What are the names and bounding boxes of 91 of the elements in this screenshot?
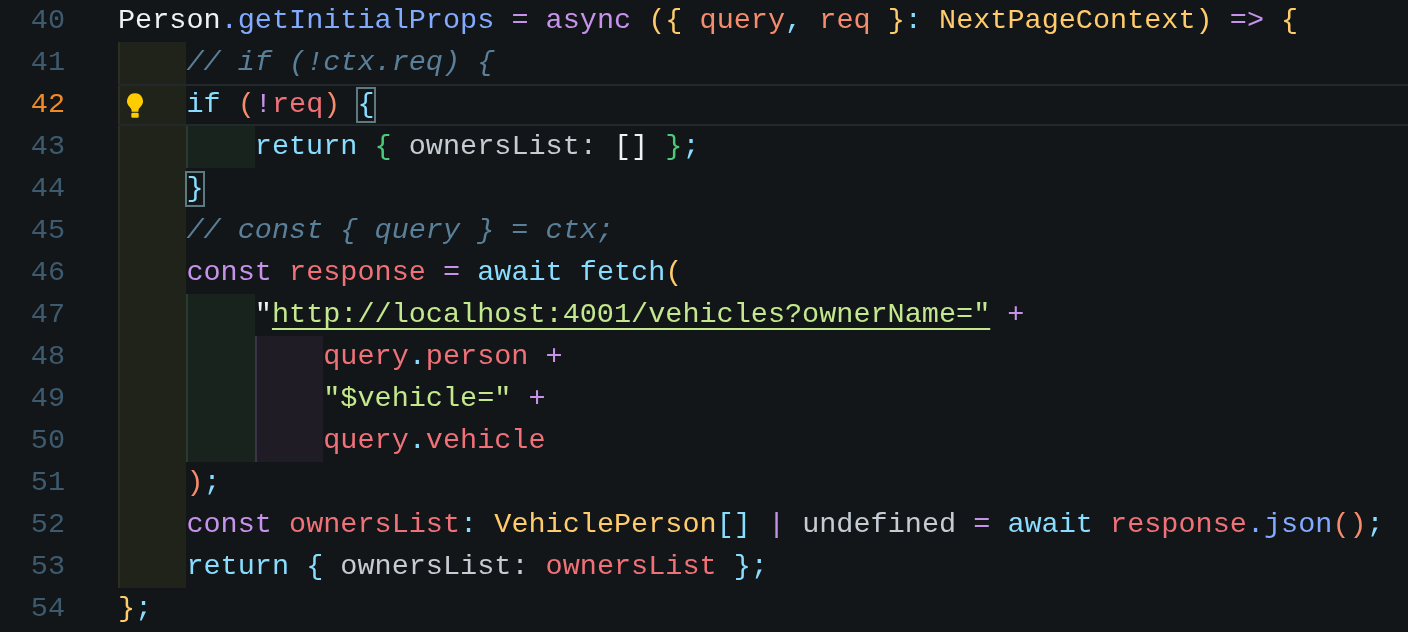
keyword-match: { — [357, 87, 375, 123]
identifier: " — [254, 297, 272, 333]
identifier: [] — [613, 129, 649, 165]
line-number: 48 — [29, 339, 65, 375]
bracket: ( — [236, 87, 255, 123]
indent-guide — [254, 336, 324, 378]
type-name: NextPageContext — [938, 3, 1196, 39]
keyword: const — [186, 255, 272, 291]
punctuation: ; — [1366, 507, 1384, 543]
punctuation: ; — [135, 591, 153, 627]
property-name: ownersList: — [407, 129, 597, 165]
type-name: VehiclePerson — [493, 507, 717, 543]
indent-guide — [118, 546, 187, 588]
punctuation: ; — [203, 465, 221, 501]
variable: query — [323, 339, 409, 375]
bracket: ({ — [647, 3, 683, 39]
parameter: query — [698, 3, 786, 39]
parameter: req — [818, 3, 871, 39]
property-name: undefined — [801, 507, 957, 543]
punctuation: } — [732, 549, 751, 585]
punctuation: . — [408, 423, 426, 459]
punctuation: ; — [750, 549, 768, 585]
line-number: 50 — [29, 423, 65, 459]
bracket: } — [886, 3, 905, 39]
lightbulb-icon[interactable] — [125, 91, 145, 119]
punctuation: { — [305, 549, 324, 585]
line-number: 45 — [29, 213, 65, 249]
indent-guide — [186, 126, 255, 168]
indent-guide — [254, 420, 324, 462]
variable: vehicle — [425, 423, 546, 459]
variable: response — [1109, 507, 1247, 543]
line-number: 53 — [29, 549, 65, 585]
bracket: } — [664, 129, 683, 165]
operator: => — [1228, 3, 1264, 39]
punctuation: [] — [716, 507, 751, 543]
bracket: () — [1332, 507, 1367, 543]
code-comment: // if (!ctx.req) { — [186, 45, 495, 81]
bracket: ) — [186, 465, 204, 501]
line-number: 52 — [29, 507, 65, 543]
bracket: ) — [323, 87, 342, 123]
bracket: { — [373, 129, 392, 165]
bracket: { — [1280, 3, 1299, 39]
indent-guide — [186, 420, 255, 462]
punctuation: : — [460, 507, 478, 543]
variable: query — [323, 423, 409, 459]
function-name: .json — [1246, 507, 1333, 543]
line-number: 44 — [29, 171, 65, 207]
keyword: fetch — [578, 255, 666, 291]
line-number: 51 — [29, 465, 65, 501]
operator: + — [527, 381, 546, 417]
variable: person — [425, 339, 529, 375]
line-number: 43 — [29, 129, 65, 165]
punctuation: , — [785, 3, 803, 39]
operator: | — [766, 507, 786, 543]
line-number: 47 — [29, 297, 65, 333]
line-number: 40 — [29, 3, 65, 39]
line-number: 42 — [29, 87, 65, 123]
operator: = — [441, 255, 461, 291]
property-name: ownersList: — [339, 549, 529, 585]
operator: + — [1006, 297, 1025, 333]
identifier: Person — [118, 3, 221, 39]
punctuation: : — [904, 3, 922, 39]
punctuation: ; — [682, 129, 700, 165]
function-name: .getInitialProps — [220, 3, 495, 39]
variable: ownersList — [544, 549, 717, 585]
keyword-match: } — [186, 171, 204, 207]
line-number: 46 — [29, 255, 65, 291]
line-number: 54 — [29, 591, 65, 627]
operator: = — [510, 3, 529, 39]
bracket: } — [118, 591, 136, 627]
line-number: 41 — [29, 45, 65, 81]
variable: response — [288, 255, 426, 291]
variable: ownersList — [288, 507, 461, 543]
keyword: return — [186, 549, 290, 585]
bracket: ( — [665, 255, 683, 291]
keyword: return — [254, 129, 358, 165]
keyword: if — [186, 87, 221, 123]
code-comment: // const { query } = ctx; — [186, 213, 614, 249]
operator: = — [972, 507, 991, 543]
keyword: const — [186, 507, 272, 543]
operator: + — [544, 339, 563, 375]
keyword: await — [476, 255, 563, 291]
operator: ! — [254, 87, 272, 123]
keyword: async — [544, 3, 632, 39]
variable: req — [271, 87, 324, 123]
string-literal: "$vehicle=" — [323, 381, 512, 417]
line-number: 49 — [29, 381, 65, 417]
indent-guide — [186, 294, 255, 336]
bracket: ) — [1195, 3, 1213, 39]
keyword: await — [1006, 507, 1093, 543]
punctuation: . — [408, 339, 426, 375]
